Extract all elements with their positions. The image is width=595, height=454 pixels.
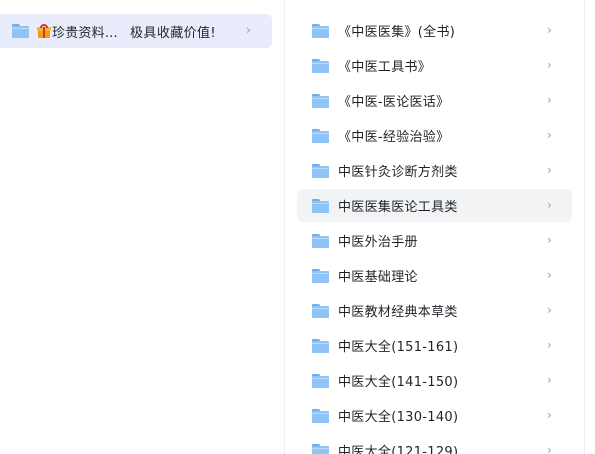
folder-row[interactable]: 中医大全(151-161) › [297, 329, 572, 362]
folder-icon [12, 24, 29, 38]
chevron-right-icon: › [547, 303, 552, 317]
folder-icon [312, 198, 329, 213]
left-folder-label-suffix: 极具收藏价值! [130, 25, 217, 41]
folder-row[interactable]: 中医大全(141-150) › [297, 364, 572, 397]
folder-row[interactable]: 《中医-医论医话》 › [297, 84, 572, 117]
folder-row[interactable]: 中医外治手册 › [297, 224, 572, 257]
folder-row[interactable]: 中医基础理论 › [297, 259, 572, 292]
chevron-right-icon: › [547, 198, 552, 212]
folder-row-hovered[interactable]: 中医医集医论工具类 › [297, 189, 572, 222]
chevron-right-icon: › [547, 408, 552, 422]
folder-icon [312, 23, 329, 38]
folder-icon [312, 373, 329, 388]
folder-row[interactable]: 中医大全(121-129) › [297, 434, 572, 454]
gift-icon [37, 24, 51, 38]
folder-row[interactable]: 中医针灸诊断方剂类 › [297, 154, 572, 187]
folder-row[interactable]: 《中医-经验治验》 › [297, 119, 572, 152]
chevron-right-icon: › [547, 443, 552, 454]
folder-label: 中医大全(151-161) [338, 340, 459, 355]
chevron-right-icon: › [547, 93, 552, 107]
folder-label: 中医教材经典本草类 [338, 305, 458, 320]
folder-label: 中医基础理论 [338, 270, 418, 285]
folder-label: 《中医医集》(全书) [338, 25, 456, 40]
left-folder-item[interactable]: 珍贵资料… 极具收藏价值! › [0, 14, 272, 48]
chevron-right-icon: › [547, 233, 552, 247]
folder-icon [312, 128, 329, 143]
folder-label: 中医大全(141-150) [338, 375, 459, 390]
file-browser: 珍贵资料… 极具收藏价值! › 《中医医集》(全书) › 《中医工具书》 › 《… [0, 0, 595, 454]
chevron-right-icon: › [246, 23, 251, 37]
folder-row[interactable]: 中医教材经典本草类 › [297, 294, 572, 327]
folder-icon [312, 58, 329, 73]
folder-icon [312, 303, 329, 318]
folder-label: 《中医-经验治验》 [338, 130, 450, 145]
chevron-right-icon: › [547, 338, 552, 352]
chevron-right-icon: › [547, 128, 552, 142]
right-pane: 《中医医集》(全书) › 《中医工具书》 › 《中医-医论医话》 › 《中医-经… [285, 0, 584, 454]
chevron-right-icon: › [547, 163, 552, 177]
pane-divider-right [584, 0, 585, 454]
folder-icon [312, 163, 329, 178]
folder-icon [312, 338, 329, 353]
folder-row[interactable]: 《中医工具书》 › [297, 49, 572, 82]
folder-label: 《中医工具书》 [338, 60, 432, 75]
folder-label: 中医大全(121-129) [338, 445, 459, 454]
chevron-right-icon: › [547, 23, 552, 37]
folder-label: 中医外治手册 [338, 235, 418, 250]
folder-label: 《中医-医论医话》 [338, 95, 450, 110]
folder-icon [312, 233, 329, 248]
folder-label: 中医针灸诊断方剂类 [338, 165, 458, 180]
chevron-right-icon: › [547, 373, 552, 387]
folder-row[interactable]: 中医大全(130-140) › [297, 399, 572, 432]
folder-icon [312, 268, 329, 283]
folder-icon [312, 443, 329, 454]
folder-label: 中医医集医论工具类 [338, 200, 458, 215]
folder-label: 中医大全(130-140) [338, 410, 459, 425]
folder-icon [312, 93, 329, 108]
chevron-right-icon: › [547, 58, 552, 72]
left-folder-label: 珍贵资料… [52, 25, 119, 41]
folder-icon [312, 408, 329, 423]
left-pane: 珍贵资料… 极具收藏价值! › [0, 0, 284, 454]
chevron-right-icon: › [547, 268, 552, 282]
folder-row[interactable]: 《中医医集》(全书) › [297, 14, 572, 47]
